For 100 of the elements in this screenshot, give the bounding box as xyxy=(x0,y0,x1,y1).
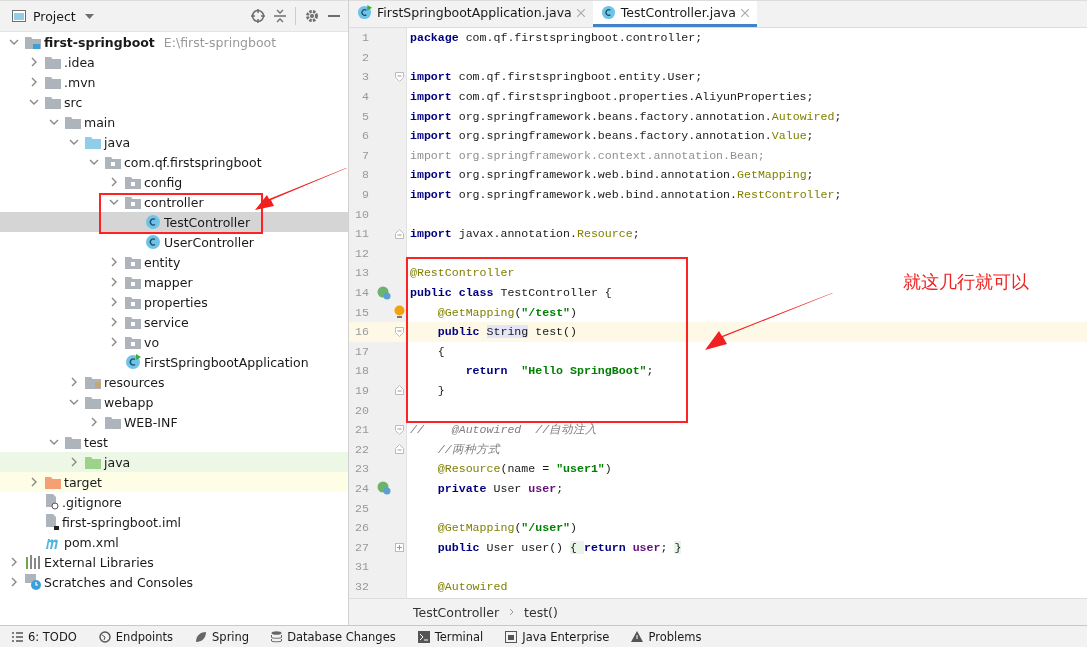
tree-item[interactable]: src xyxy=(0,92,348,112)
close-icon[interactable] xyxy=(740,8,749,17)
tree-item[interactable]: config xyxy=(0,172,348,192)
line-number: 1 xyxy=(361,31,370,45)
expanded-icon[interactable] xyxy=(9,39,19,45)
dropdown-icon[interactable] xyxy=(84,13,94,19)
tree-item[interactable]: java xyxy=(0,132,348,152)
item-label: resources xyxy=(104,374,165,390)
tree-item[interactable]: mapper xyxy=(0,272,348,292)
folder-icon xyxy=(85,395,101,409)
expand-icon[interactable] xyxy=(395,542,404,552)
code-line: import org.springframework.web.bind.annotation.GetMapping; xyxy=(410,168,814,182)
fold-icon[interactable] xyxy=(395,444,404,455)
fold-icon[interactable] xyxy=(395,326,404,337)
tree-item[interactable]: com.qf.firstspringboot xyxy=(0,152,348,172)
tree-item[interactable]: test xyxy=(0,432,348,452)
tree-item[interactable]: main xyxy=(0,112,348,132)
tree-item[interactable]: UserController xyxy=(0,232,348,252)
expanded-icon[interactable] xyxy=(69,139,79,145)
collapse-icon[interactable] xyxy=(274,9,286,23)
breadcrumb-item[interactable]: test() xyxy=(524,604,558,620)
tool-window-button[interactable]: Endpoints xyxy=(98,629,174,644)
breadcrumb-item[interactable]: TestController xyxy=(413,604,500,620)
tool-window-button[interactable]: 6: TODO xyxy=(12,629,77,644)
tree-item[interactable]: TestController xyxy=(0,212,348,232)
tree-item[interactable]: first-springboot.iml xyxy=(0,512,348,532)
tree-item[interactable]: pom.xml xyxy=(0,532,348,552)
package-icon xyxy=(125,255,141,269)
fold-icon[interactable] xyxy=(395,385,404,396)
item-label: java xyxy=(104,134,131,150)
folder-icon xyxy=(45,475,61,489)
expanded-icon[interactable] xyxy=(29,99,39,105)
fold-icon[interactable] xyxy=(395,72,404,82)
close-icon[interactable] xyxy=(576,8,585,17)
expanded-icon[interactable] xyxy=(69,399,79,405)
window-icon xyxy=(12,10,26,22)
code-line: @Autowired xyxy=(436,579,508,593)
tree-item[interactable]: .mvn xyxy=(0,72,348,92)
locate-icon[interactable] xyxy=(251,9,265,23)
item-label: first-springboot xyxy=(44,34,155,50)
tree-item[interactable]: .gitignore xyxy=(0,492,348,512)
item-label: first-springboot.iml xyxy=(62,514,182,530)
annotation-text: 就这几行就可以 xyxy=(903,270,1029,294)
line-number: 3 xyxy=(361,70,370,84)
fold-icon[interactable] xyxy=(395,424,404,435)
line-number: 21 xyxy=(354,423,370,437)
expanded-icon[interactable] xyxy=(89,159,99,165)
terminal-icon xyxy=(417,630,430,643)
tree-item[interactable]: first-springboot E:\first-springboot xyxy=(0,32,348,52)
tree-item[interactable]: vo xyxy=(0,332,348,352)
line-number: 9 xyxy=(361,188,370,202)
tree-item[interactable]: properties xyxy=(0,292,348,312)
lightbulb-icon[interactable] xyxy=(394,305,405,320)
class-icon xyxy=(125,354,141,370)
tree-item[interactable]: webapp xyxy=(0,392,348,412)
item-label: service xyxy=(144,314,189,330)
line-number: 23 xyxy=(354,462,370,476)
tree-item[interactable]: .idea xyxy=(0,52,348,72)
editor-tab[interactable]: TestController.java xyxy=(592,1,757,27)
expanded-icon[interactable] xyxy=(49,119,59,125)
tool-window-button[interactable]: Spring xyxy=(195,629,250,644)
tool-window-button[interactable]: Terminal xyxy=(417,629,484,644)
tree-item[interactable]: controller xyxy=(0,192,348,212)
tree-item[interactable]: entity xyxy=(0,252,348,272)
bean-icon[interactable] xyxy=(377,481,391,496)
collapsed-icon[interactable] xyxy=(71,457,77,467)
settings-icon[interactable] xyxy=(305,9,319,23)
code-line: import org.springframework.beans.factory.annotation.Autowired; xyxy=(410,109,842,123)
tree-item[interactable]: target xyxy=(0,472,348,492)
line-number: 20 xyxy=(354,403,370,417)
collapsed-icon[interactable] xyxy=(111,177,117,187)
tool-window-button[interactable]: Problems xyxy=(631,629,702,644)
class-icon xyxy=(357,5,372,20)
tree-item[interactable]: WEB-INF xyxy=(0,412,348,432)
package-icon xyxy=(125,275,141,289)
line-number: 16 xyxy=(354,325,370,339)
tree-item[interactable]: External Libraries xyxy=(0,552,348,572)
expanded-icon[interactable] xyxy=(49,439,59,445)
panel-title[interactable]: Project xyxy=(33,8,76,24)
collapsed-icon[interactable] xyxy=(31,477,37,487)
tree-item[interactable]: FirstSpringbootApplication xyxy=(0,352,348,372)
tree-item[interactable]: service xyxy=(0,312,348,332)
bean-icon[interactable] xyxy=(377,285,391,300)
expanded-icon[interactable] xyxy=(109,199,119,205)
tool-window-button[interactable]: Database Changes xyxy=(271,629,396,644)
tree-item[interactable]: Scratches and Consoles xyxy=(0,572,348,592)
tree-item[interactable]: java xyxy=(0,452,348,472)
collapsed-icon[interactable] xyxy=(71,377,77,387)
code-line: public String test() xyxy=(436,325,577,339)
editor-tab[interactable]: FirstSpringbootApplication.java xyxy=(349,1,593,27)
fold-icon[interactable] xyxy=(395,228,404,239)
code-line: import org.springframework.context.annotation.Bean; xyxy=(410,148,765,162)
code-line: //两种方式 xyxy=(436,441,500,457)
tree-item[interactable]: resources xyxy=(0,372,348,392)
tool-window-button[interactable]: Java Enterprise xyxy=(505,629,610,644)
package-icon xyxy=(105,155,121,169)
class-icon xyxy=(600,5,616,20)
folder-icon xyxy=(65,115,81,129)
file-icon xyxy=(45,494,59,510)
collapsed-icon[interactable] xyxy=(91,417,97,427)
